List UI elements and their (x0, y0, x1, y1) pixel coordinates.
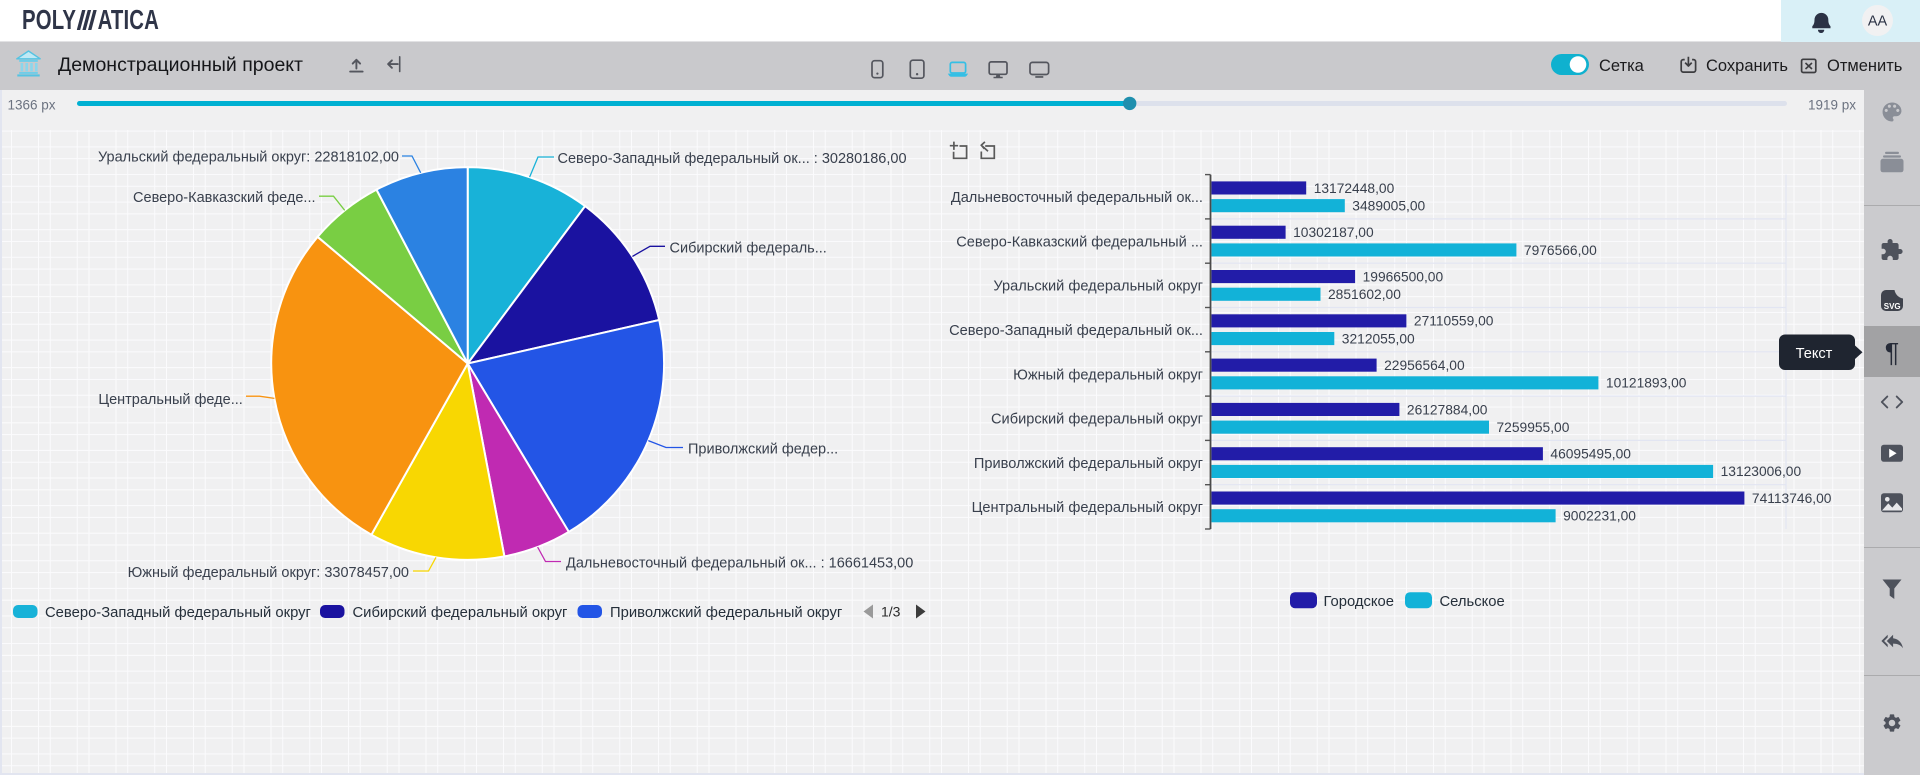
svg-text:SVG: SVG (1884, 302, 1901, 311)
svg-text:¶: ¶ (1885, 338, 1900, 368)
svg-text:AA: AA (1868, 14, 1888, 30)
